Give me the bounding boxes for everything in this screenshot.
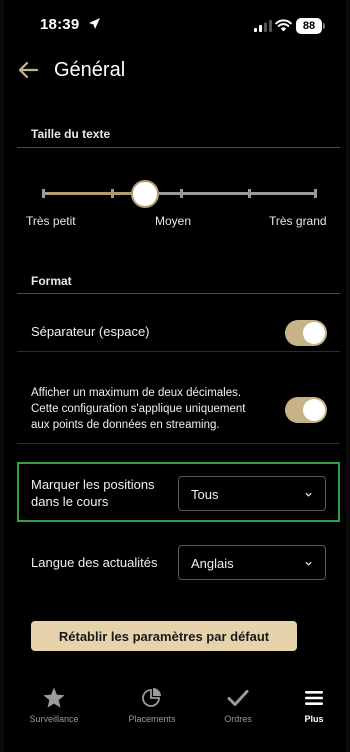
row-divider	[17, 443, 340, 444]
separator-toggle[interactable]	[285, 320, 327, 346]
decimals-description: Afficher un maximum de deux décimales. C…	[31, 385, 245, 433]
decimals-line-3: aux points de données en streaming.	[31, 419, 220, 431]
page-title: Général	[54, 59, 126, 81]
slider-tick	[42, 189, 45, 198]
menu-icon	[305, 691, 323, 705]
slider-label-medium: Moyen	[155, 214, 192, 228]
battery-indicator: 88	[296, 18, 322, 34]
mark-positions-value: Tous	[191, 487, 219, 502]
tab-surveillance[interactable]: Surveillance	[11, 686, 97, 734]
star-icon	[43, 687, 65, 708]
back-arrow-icon[interactable]	[16, 58, 40, 82]
mark-positions-label: Marquer les positions dans le cours	[31, 476, 155, 510]
toggle-knob	[303, 322, 325, 344]
battery-tip	[323, 23, 325, 29]
mark-positions-select[interactable]: Tous	[178, 476, 326, 511]
settings-screen: 18:39 88 Général Taille du texte Très pe…	[4, 0, 346, 752]
section-divider	[17, 293, 340, 294]
mark-positions-line-1: Marquer les positions	[31, 477, 155, 492]
status-time: 18:39	[40, 16, 80, 33]
cellular-signal-icon	[254, 20, 272, 32]
status-bar: 18:39 88	[4, 14, 346, 38]
separator-label: Séparateur (espace)	[31, 324, 150, 339]
tab-placements[interactable]: Placements	[109, 686, 195, 734]
section-label-text-size: Taille du texte	[31, 127, 111, 141]
slider-tick	[314, 189, 317, 198]
news-language-select[interactable]: Anglais	[178, 545, 326, 580]
reset-defaults-button[interactable]: Rétablir les paramètres par défaut	[31, 621, 297, 651]
location-arrow-icon	[89, 18, 100, 29]
row-divider	[17, 351, 340, 352]
decimals-toggle[interactable]	[285, 397, 327, 423]
slider-tick	[248, 189, 252, 198]
checkmark-icon	[227, 690, 249, 706]
toggle-knob	[303, 399, 325, 421]
chevron-down-icon	[305, 561, 312, 566]
slider-track-fill	[42, 192, 145, 195]
chevron-down-icon	[305, 492, 312, 497]
decimals-line-1: Afficher un maximum de deux décimales.	[31, 387, 242, 399]
section-label-format: Format	[31, 274, 72, 288]
slider-label-very-large: Très grand	[269, 214, 327, 228]
news-language-value: Anglais	[191, 556, 234, 571]
tab-plus[interactable]: Plus	[271, 686, 350, 734]
decimals-line-2: Cette configuration s'applique uniquemen…	[31, 403, 246, 415]
slider-thumb[interactable]	[130, 180, 159, 208]
pie-chart-icon	[142, 688, 161, 707]
text-size-slider[interactable]	[42, 178, 317, 210]
tab-label: Plus	[304, 714, 324, 724]
tab-ordres[interactable]: Ordres	[195, 686, 281, 734]
wifi-icon	[275, 19, 292, 32]
slider-label-very-small: Très petit	[26, 214, 76, 228]
bottom-tab-bar: Surveillance Placements Ordres Plus	[4, 678, 346, 752]
mark-positions-line-2: dans le cours	[31, 494, 109, 509]
slider-tick	[110, 189, 114, 198]
section-divider	[17, 147, 340, 148]
tab-label: Placements	[128, 714, 176, 724]
tab-label: Surveillance	[29, 714, 79, 724]
tab-label: Ordres	[224, 714, 252, 724]
slider-tick	[179, 189, 183, 198]
news-language-label: Langue des actualités	[31, 555, 158, 570]
